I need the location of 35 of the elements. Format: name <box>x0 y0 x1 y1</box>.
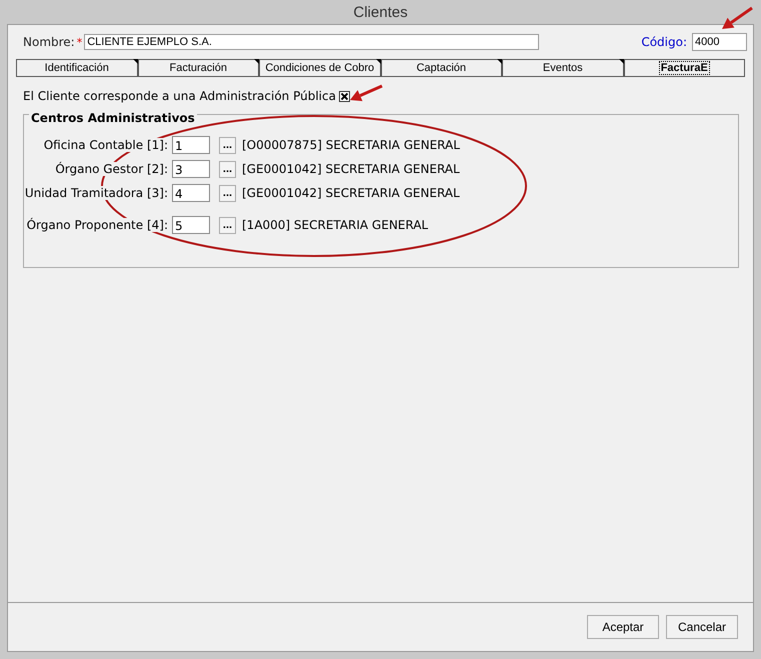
tab[interactable]: Identificación <box>16 59 138 76</box>
group-title: Centros Administrativos <box>29 111 197 125</box>
browse-button[interactable]: ... <box>219 136 236 154</box>
input-field[interactable]: 5 <box>172 216 210 234</box>
dialog-button[interactable]: Aceptar <box>587 615 659 639</box>
center-description: [O00007875] SECRETARIA GENERAL <box>242 138 460 152</box>
tab[interactable]: Facturación <box>138 59 259 76</box>
annotation-arrow <box>722 6 753 29</box>
tab[interactable]: Captación <box>380 59 502 76</box>
field-label: Unidad Tramitadora [3]: <box>24 186 168 200</box>
browse-button[interactable]: ... <box>219 216 236 234</box>
field-label: Oficina Contable [1]: <box>44 138 168 152</box>
field-label: Órgano Proponente [4]: <box>26 218 168 232</box>
name-field[interactable]: CLIENTE EJEMPLO S.A. <box>84 34 540 50</box>
dialog-button[interactable]: Cancelar <box>666 615 738 639</box>
center-description: [GE0001042] SECRETARIA GENERAL <box>242 162 460 176</box>
center-description: [1A000] SECRETARIA GENERAL <box>242 218 428 232</box>
checkbox[interactable] <box>338 90 350 102</box>
browse-button[interactable]: ... <box>219 184 236 202</box>
window-title: Clientes <box>353 4 408 20</box>
required-mark: * <box>76 36 82 48</box>
name-label: Nombre: <box>23 35 75 49</box>
annotation-arrow <box>350 84 383 102</box>
browse-button[interactable]: ... <box>219 160 236 178</box>
tab[interactable]: Condiciones de Cobro <box>259 59 380 76</box>
input-field[interactable]: 4 <box>172 184 210 202</box>
tab[interactable]: Eventos <box>502 59 624 76</box>
code-label: Código: <box>641 35 687 49</box>
input-field[interactable]: 1 <box>172 136 210 154</box>
center-description: [GE0001042] SECRETARIA GENERAL <box>242 186 460 200</box>
field-label: Órgano Gestor [2]: <box>55 162 168 176</box>
tab[interactable]: FacturaE <box>624 59 745 76</box>
input-field[interactable]: 3 <box>172 160 210 178</box>
code-field[interactable]: 4000 <box>692 33 747 51</box>
checkbox-label: El Cliente corresponde a una Administración Pública <box>23 89 336 103</box>
